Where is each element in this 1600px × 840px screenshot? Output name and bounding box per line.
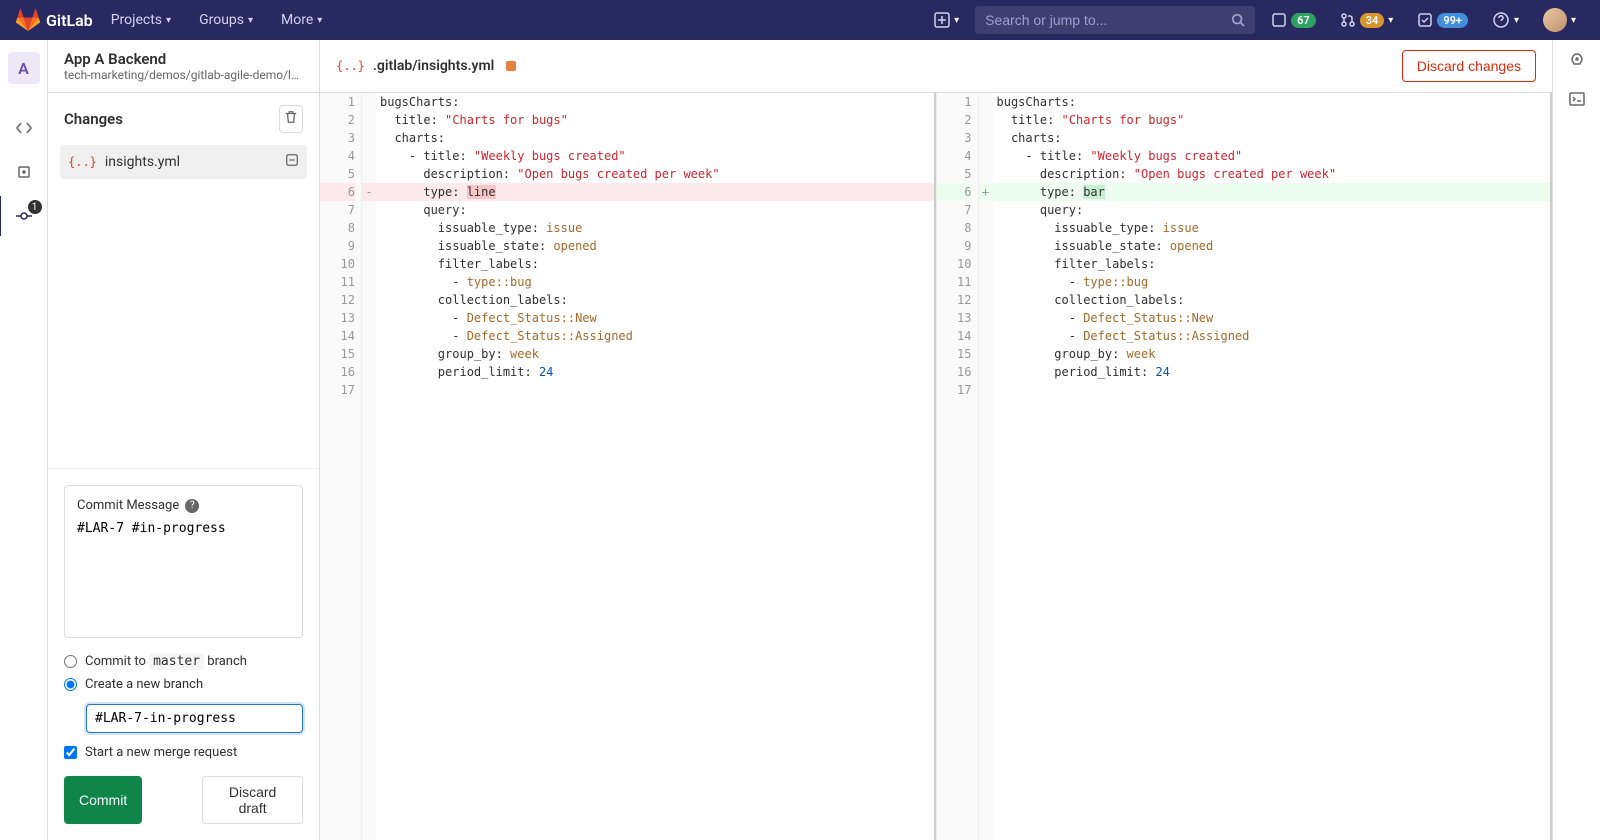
chevron-down-icon: ▾ [1514, 15, 1519, 26]
create-new-branch-option[interactable]: Create a new branch [64, 673, 303, 696]
plus-square-icon [934, 12, 950, 28]
chevron-down-icon: ▾ [166, 15, 171, 26]
unstage-button[interactable] [285, 153, 299, 171]
project-avatar: A [8, 52, 40, 84]
file-tab-bar: {..} .gitlab/insights.yml Discard change… [320, 40, 1552, 93]
commit-form: Commit Message ? Commit to master branch… [48, 468, 319, 840]
terminal-button[interactable] [1568, 90, 1586, 112]
start-mr-checkbox[interactable] [64, 746, 77, 759]
nav-projects[interactable]: Projects▾ [101, 12, 181, 28]
discard-draft-button[interactable]: Discard draft [202, 776, 303, 824]
search-icon [1231, 13, 1245, 27]
nav-user-menu[interactable]: ▾ [1535, 8, 1584, 32]
nav-more[interactable]: More▾ [271, 12, 332, 28]
commit-button[interactable]: Commit [64, 776, 142, 824]
commit-message-input[interactable] [77, 521, 290, 621]
issues-count: 67 [1291, 13, 1316, 28]
file-name: insights.yml [105, 154, 277, 170]
rail-review[interactable] [4, 152, 44, 192]
project-name: App A Backend [64, 50, 303, 68]
chevron-down-icon: ▾ [248, 15, 253, 26]
yaml-file-icon: {..} [336, 59, 365, 73]
project-header: App A Backend tech-marketing/demos/gitla… [48, 40, 319, 93]
nav-issues[interactable]: 67 [1263, 12, 1324, 28]
chevron-down-icon: ▾ [317, 15, 322, 26]
nav-help[interactable]: ▾ [1484, 11, 1527, 29]
nav-todos[interactable]: 99+ [1409, 12, 1476, 28]
new-branch-name-input[interactable] [86, 704, 303, 733]
top-nav: GitLab Projects▾ Groups▾ More▾ ▾ 67 34 ▾… [0, 0, 1600, 40]
file-tab[interactable]: {..} .gitlab/insights.yml [336, 58, 516, 74]
chevron-down-icon: ▾ [1388, 15, 1393, 26]
diff-left: 1234567891011121314151617 - bugsCharts: … [320, 93, 937, 840]
code-icon [15, 119, 33, 137]
pipelines-button[interactable] [1568, 52, 1586, 74]
changes-header: Changes [48, 93, 319, 145]
rocket-icon [1568, 52, 1586, 70]
file-path: .gitlab/insights.yml [373, 58, 494, 74]
rail-commit[interactable]: 1 [0, 196, 46, 236]
yaml-file-icon: {..} [68, 155, 97, 169]
help-icon[interactable]: ? [185, 499, 199, 513]
tanuki-icon [16, 8, 40, 32]
rail-edit[interactable] [4, 108, 44, 148]
chevron-down-icon: ▾ [1571, 15, 1576, 26]
terminal-icon [1568, 90, 1586, 108]
todos-icon [1417, 12, 1433, 28]
editor-area: {..} .gitlab/insights.yml Discard change… [320, 40, 1552, 840]
commit-message-label: Commit Message ? [77, 498, 290, 513]
diff-right: 1234567891011121314151617 + bugsCharts: … [937, 93, 1553, 840]
todos-count: 99+ [1437, 13, 1468, 28]
merge-request-icon [1340, 12, 1356, 28]
changed-files-list: {..} insights.yml [48, 145, 319, 179]
unstage-icon [285, 153, 299, 167]
brand-text: GitLab [46, 11, 93, 30]
diff-view[interactable]: 1234567891011121314151617 - bugsCharts: … [320, 93, 1552, 840]
commit-to-master-option[interactable]: Commit to master branch [64, 650, 303, 673]
discard-changes-button[interactable]: Discard changes [1402, 50, 1536, 82]
discard-all-button[interactable] [279, 105, 303, 133]
commit-master-radio[interactable] [64, 655, 77, 668]
changes-count-badge: 1 [28, 200, 42, 214]
activity-rail: A 1 [0, 40, 48, 840]
gitlab-logo[interactable]: GitLab [16, 8, 93, 32]
commit-message-box: Commit Message ? [64, 485, 303, 638]
changes-title: Changes [64, 110, 123, 128]
mr-count: 34 [1360, 13, 1385, 28]
global-search[interactable] [975, 6, 1255, 34]
modified-indicator-icon [506, 61, 516, 71]
user-avatar [1543, 8, 1567, 32]
nav-groups[interactable]: Groups▾ [189, 12, 263, 28]
nav-merge-requests[interactable]: 34 ▾ [1332, 12, 1402, 28]
commit-panel: App A Backend tech-marketing/demos/gitla… [48, 40, 320, 840]
help-icon [1492, 11, 1510, 29]
project-path: tech-marketing/demos/gitlab-agile-demo/l… [64, 68, 303, 82]
new-menu[interactable]: ▾ [926, 12, 967, 28]
changed-file-item[interactable]: {..} insights.yml [60, 145, 307, 179]
rail-project[interactable]: A [4, 48, 44, 88]
review-icon [16, 164, 32, 180]
search-input[interactable] [985, 12, 1223, 28]
chevron-down-icon: ▾ [954, 15, 959, 26]
right-rail [1552, 40, 1600, 840]
start-mr-option[interactable]: Start a new merge request [64, 741, 303, 764]
trash-icon [284, 110, 298, 124]
issues-icon [1271, 12, 1287, 28]
new-branch-radio[interactable] [64, 678, 77, 691]
